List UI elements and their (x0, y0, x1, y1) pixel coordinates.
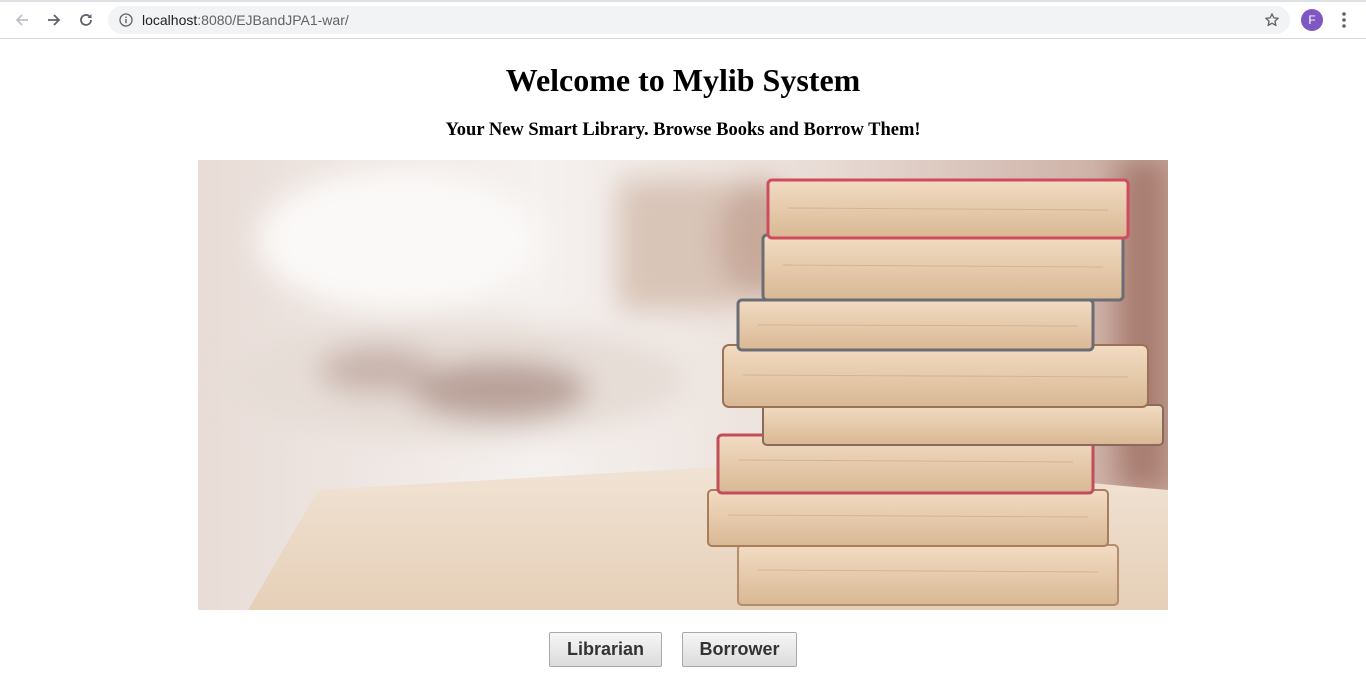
profile-avatar[interactable]: F (1301, 9, 1323, 31)
browser-toolbar: localhost:8080/EJBandJPA1-war/ F (0, 0, 1366, 39)
kebab-menu-icon[interactable] (1335, 10, 1353, 30)
info-icon[interactable] (119, 13, 133, 27)
librarian-button[interactable]: Librarian (549, 632, 662, 667)
address-bar[interactable]: localhost:8080/EJBandJPA1-war/ (108, 6, 1290, 34)
page-subtitle: Your New Smart Library. Browse Books and… (445, 120, 921, 140)
book-stack-illustration (198, 160, 1168, 610)
reload-icon (80, 14, 92, 26)
back-arrow-icon (15, 14, 28, 26)
back-button[interactable] (10, 8, 34, 32)
page-title: Welcome to Mylib System (505, 62, 861, 98)
url-text[interactable]: localhost:8080/EJBandJPA1-war/ (142, 12, 349, 28)
forward-arrow-icon (48, 14, 61, 26)
reload-button[interactable] (74, 8, 98, 32)
hero-image-books (198, 160, 1168, 610)
page-content: Welcome to Mylib System Your New Smart L… (0, 40, 1366, 696)
url-path: :8080/EJBandJPA1-war/ (197, 12, 349, 28)
star-icon[interactable] (1264, 12, 1280, 28)
borrower-button[interactable]: Borrower (682, 632, 797, 667)
tab-strip-edge (0, 0, 1366, 2)
forward-button[interactable] (42, 8, 66, 32)
url-host: localhost (142, 12, 198, 28)
